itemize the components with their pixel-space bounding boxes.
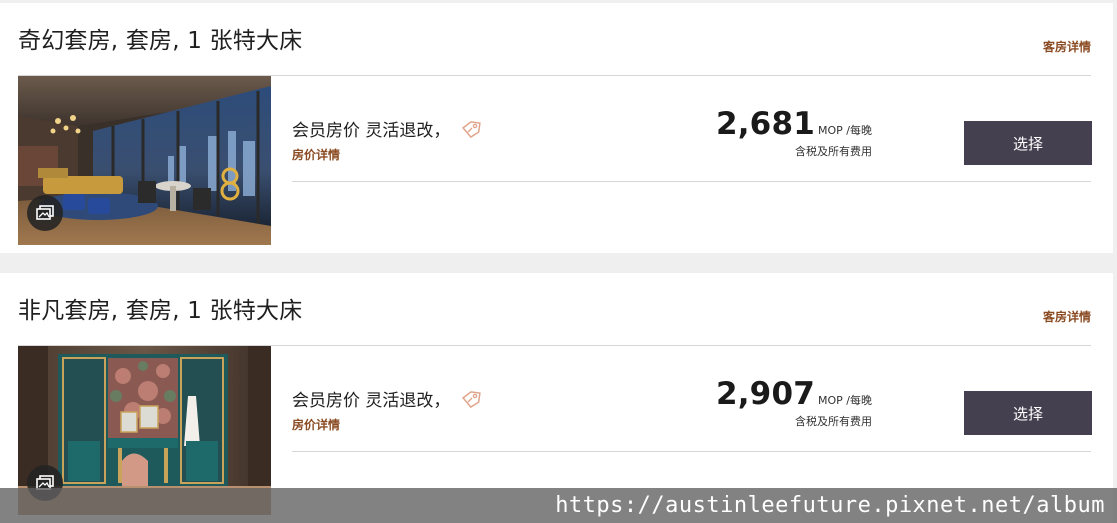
select-button[interactable]: 选择 xyxy=(964,391,1092,435)
price-box: 2,907 MOP /每晚 含税及所有费用 xyxy=(716,376,872,429)
room-details-link[interactable]: 客房详情 xyxy=(1043,308,1091,325)
room-list-page: 奇幻套房, 套房, 1 张特大床 客房详情 会员房价 灵活退改， 房价详情 2,… xyxy=(0,0,1117,523)
gallery-button[interactable] xyxy=(27,195,63,231)
price-unit: MOP /每晚 xyxy=(818,124,872,137)
rate-name: 会员房价 灵活退改， xyxy=(292,391,451,411)
rate-name: 会员房价 灵活退改， xyxy=(292,121,451,141)
room-card: 非凡套房, 套房, 1 张特大床 客房详情 会员房价 灵活退改， 房价详情 2,… xyxy=(0,273,1113,523)
tag-icon[interactable] xyxy=(461,390,481,408)
rate-details-link[interactable]: 房价详情 xyxy=(292,416,340,433)
room-photo[interactable] xyxy=(18,76,271,245)
room-details-link[interactable]: 客房详情 xyxy=(1043,38,1091,55)
rate-details-link[interactable]: 房价详情 xyxy=(292,146,340,163)
divider xyxy=(292,451,1091,452)
price-box: 2,681 MOP /每晚 含税及所有费用 xyxy=(716,106,872,159)
divider xyxy=(292,181,1091,182)
gallery-icon xyxy=(36,205,54,220)
room-card: 奇幻套房, 套房, 1 张特大床 客房详情 会员房价 灵活退改， 房价详情 2,… xyxy=(0,3,1113,253)
room-title: 奇幻套房, 套房, 1 张特大床 xyxy=(18,28,303,54)
price-unit: MOP /每晚 xyxy=(818,394,872,407)
room-title: 非凡套房, 套房, 1 张特大床 xyxy=(18,298,303,324)
price-amount: 2,907 xyxy=(715,376,815,412)
price-note: 含税及所有费用 xyxy=(795,415,872,428)
watermark-banner: https://austinleefuture.pixnet.net/album xyxy=(0,488,1117,523)
price-amount: 2,681 xyxy=(715,106,815,142)
price-note: 含税及所有费用 xyxy=(795,145,872,158)
select-button[interactable]: 选择 xyxy=(964,121,1092,165)
tag-icon[interactable] xyxy=(461,120,481,138)
